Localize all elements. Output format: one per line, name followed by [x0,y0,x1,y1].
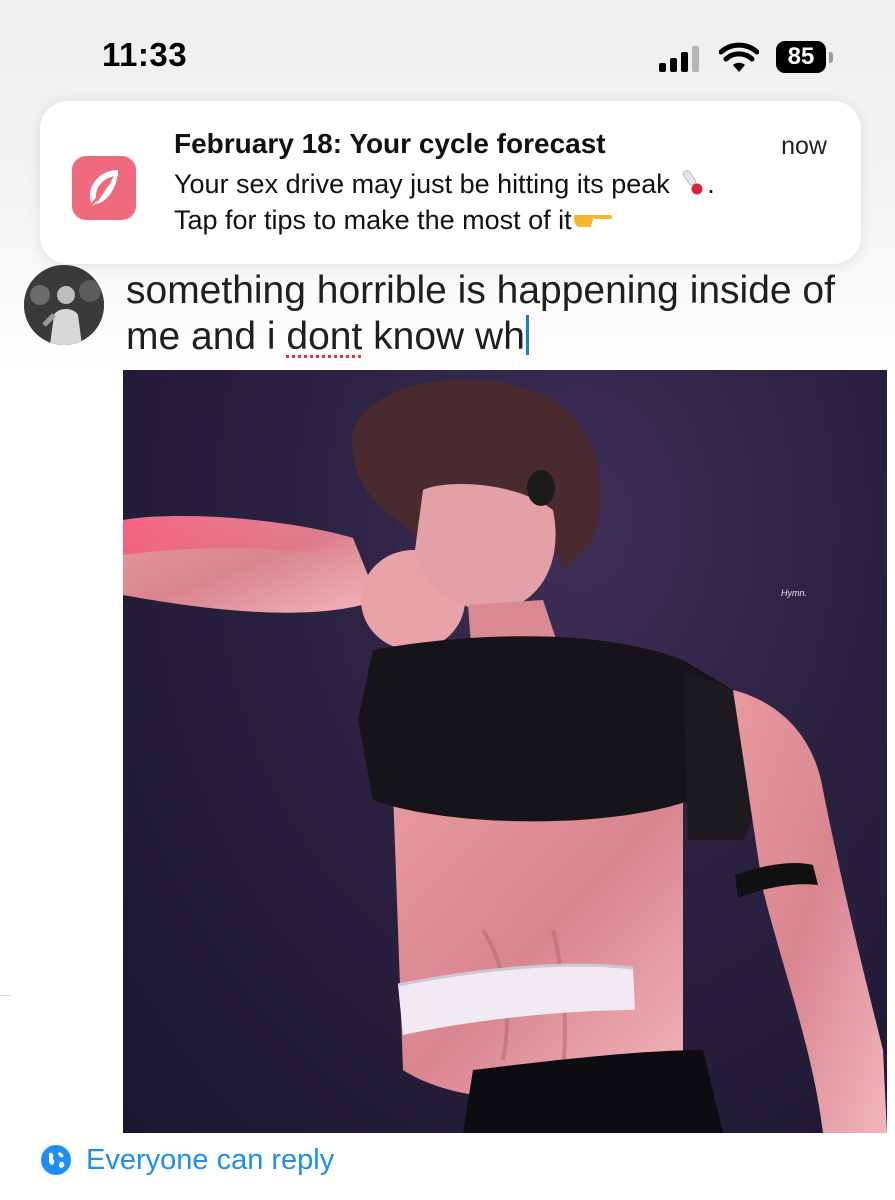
cellular-signal-icon [659,46,701,72]
flo-app-icon [72,156,136,220]
notification-body-text1: Your sex drive may just be hitting its p… [174,169,670,199]
status-time: 11:33 [102,36,188,73]
tweet-text-field[interactable]: something horrible is happening inside o… [126,268,866,360]
notification-title: February 18: Your cycle forecast [174,128,606,159]
battery-cap [829,52,833,63]
avatar-photo [24,265,104,345]
feather-icon [87,170,118,210]
notification-period: . [707,169,715,199]
misspelled-word[interactable]: dont [286,315,362,358]
wifi-icon [719,42,759,72]
attached-photo[interactable]: Hymn. [123,370,887,1133]
notification-body-line1: Your sex drive may just be hitting its p… [174,167,715,200]
globe-icon [41,1145,71,1175]
thermometer-icon [683,170,703,195]
text-cursor [525,315,529,355]
user-avatar[interactable] [24,265,104,345]
edge-divider [0,995,12,996]
notification-body-line2: Tap for tips to make the most of it [174,205,614,236]
performer-photo [123,379,887,1133]
reply-setting-label: Everyone can reply [86,1143,335,1176]
notification-banner[interactable]: February 18: Your cycle forecast now You… [40,101,861,264]
pointing-hand-icon [573,215,612,227]
reply-setting-button[interactable]: Everyone can reply [40,1141,334,1179]
notification-time: now [781,132,827,160]
notification-body-text2: Tap for tips to make the most of it [174,205,572,235]
photo-watermark: Hymn. [781,588,808,598]
tweet-text-end: know wh [362,315,525,358]
battery-indicator: 85 [776,41,826,73]
